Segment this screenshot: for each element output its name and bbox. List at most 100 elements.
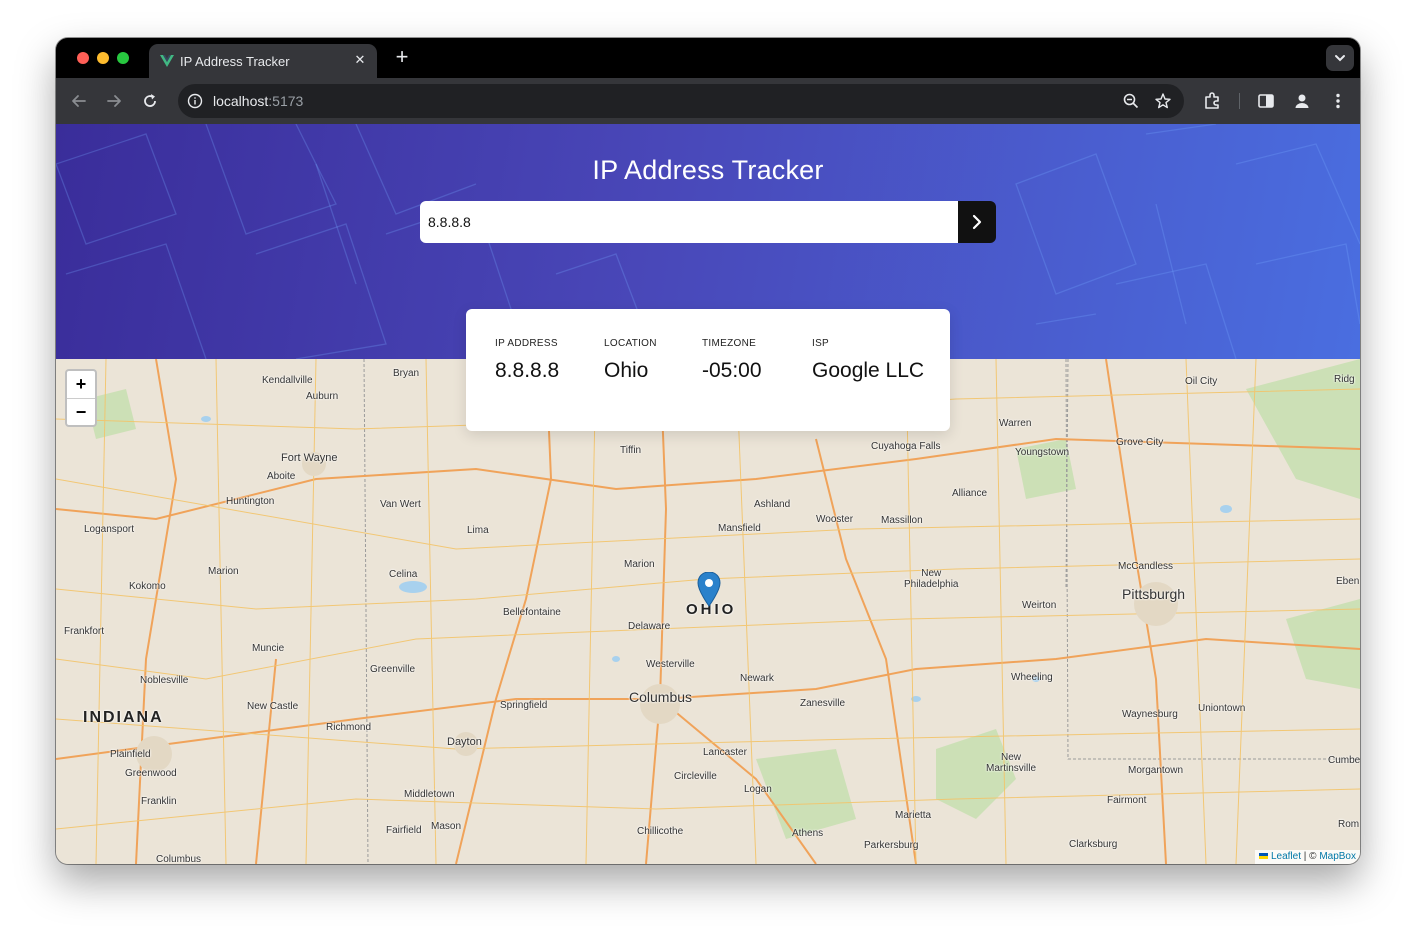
map-pin-icon[interactable] xyxy=(697,572,721,608)
page-content: IP Address Tracker 8.8.8.8 Kendallville … xyxy=(56,124,1360,864)
side-panel-icon[interactable] xyxy=(1256,91,1276,111)
tab-search-button[interactable] xyxy=(1326,45,1354,71)
profile-icon[interactable] xyxy=(1292,91,1312,111)
reload-icon[interactable] xyxy=(139,90,161,112)
location-label: LOCATION xyxy=(604,338,657,349)
map-label: New Castle xyxy=(247,701,299,712)
map-label: McCandless xyxy=(1118,561,1174,572)
url-text: localhost:5173 xyxy=(213,93,303,109)
map-label: Wooster xyxy=(816,514,854,525)
tab-ip-address-tracker[interactable]: IP Address Tracker ✕ xyxy=(149,44,377,78)
vue-logo-icon xyxy=(160,55,174,67)
map-label: New Martinsville xyxy=(986,752,1037,774)
map-zoom-control: + − xyxy=(65,369,97,427)
attribution-separator: | © xyxy=(1301,851,1320,862)
location-section: LOCATION Ohio xyxy=(604,338,657,383)
zoom-in-button[interactable]: + xyxy=(67,371,95,399)
map-label: New Philadelphia xyxy=(904,568,959,590)
map-label: Kendallville xyxy=(262,375,313,386)
map-label: Frankfort xyxy=(64,626,105,637)
zoom-icon[interactable] xyxy=(1122,92,1140,110)
url-port: :5173 xyxy=(268,93,304,109)
minimize-window-button[interactable] xyxy=(97,52,109,64)
address-bar[interactable]: localhost:5173 xyxy=(178,84,1184,118)
tab-close-icon[interactable]: ✕ xyxy=(351,51,369,69)
bookmark-star-icon[interactable] xyxy=(1154,92,1172,110)
ip-address-label: IP ADDRESS xyxy=(495,338,558,349)
map-label: Greenwood xyxy=(125,768,177,779)
map-label: Richmond xyxy=(326,722,372,733)
map-view[interactable]: Kendallville Bryan Auburn Fort Wayne Abo… xyxy=(56,359,1360,864)
map-label: Cuyahoga Falls xyxy=(871,441,941,452)
extensions-icon[interactable] xyxy=(1202,91,1222,111)
forward-icon[interactable] xyxy=(103,90,125,112)
map-label: Oil City xyxy=(1185,376,1218,387)
map-label: Clarksburg xyxy=(1069,839,1118,850)
back-icon[interactable] xyxy=(68,90,90,112)
map-label: Westerville xyxy=(646,659,695,670)
map-label: Delaware xyxy=(628,621,671,632)
browser-window: IP Address Tracker ✕ + localhost:5173 IP… xyxy=(56,38,1360,864)
more-menu-icon[interactable] xyxy=(1328,91,1348,111)
map-label: Auburn xyxy=(306,391,339,402)
map-label: Zanesville xyxy=(800,698,846,709)
map-label: Circleville xyxy=(674,771,717,782)
map-label: Chillicothe xyxy=(637,826,684,837)
page-title: IP Address Tracker xyxy=(592,155,824,185)
map-label: Franklin xyxy=(141,796,177,807)
map-label: Mansfield xyxy=(718,523,761,534)
map-label: Greenville xyxy=(370,664,416,675)
map-label: Rom xyxy=(1338,819,1360,830)
location-value: Ohio xyxy=(604,359,649,382)
map-label: Pittsburgh xyxy=(1122,586,1186,602)
ip-address-section: IP ADDRESS 8.8.8.8 xyxy=(495,338,559,383)
map-label: Alliance xyxy=(952,488,988,499)
zoom-out-button[interactable]: − xyxy=(67,399,95,425)
map-label: Mason xyxy=(431,821,462,832)
map-label: Warren xyxy=(999,418,1032,429)
map-label: Plainfield xyxy=(110,749,151,760)
map-label: Fairmont xyxy=(1107,795,1147,806)
map-label: Bryan xyxy=(393,368,420,379)
toolbar-divider xyxy=(1239,93,1240,109)
map-label: Marion xyxy=(208,566,239,577)
map-label: Waynesburg xyxy=(1122,709,1178,720)
map-label: Weirton xyxy=(1022,600,1057,611)
close-window-button[interactable] xyxy=(77,52,89,64)
tab-title: IP Address Tracker xyxy=(180,54,290,69)
map-label: Columbus xyxy=(156,854,202,864)
map-label: Wheeling xyxy=(1011,672,1053,683)
url-host: localhost xyxy=(213,93,269,109)
map-label: Columbus xyxy=(629,689,693,705)
tab-strip: IP Address Tracker ✕ + xyxy=(56,38,1360,78)
search-submit-button[interactable] xyxy=(958,201,996,243)
map-label: Dayton xyxy=(447,736,482,748)
map-label: Youngstown xyxy=(1015,447,1070,458)
map-label: Bellefontaine xyxy=(503,607,561,618)
site-info-icon[interactable] xyxy=(186,92,204,110)
map-attribution: Leaflet | © MapBox xyxy=(1255,850,1360,864)
isp-value: Google LLC xyxy=(812,359,925,382)
timezone-value: -05:00 xyxy=(702,359,762,382)
map-label: Middletown xyxy=(404,789,455,800)
ip-info-card: IP ADDRESS 8.8.8.8 LOCATION Ohio TIMEZON… xyxy=(466,309,950,431)
mapbox-link[interactable]: MapBox xyxy=(1319,851,1356,862)
chevron-right-icon xyxy=(972,214,982,230)
map-label: Massillon xyxy=(881,515,923,526)
leaflet-link[interactable]: Leaflet xyxy=(1271,851,1301,862)
map-label: Lancaster xyxy=(703,747,747,758)
map-label: Van Wert xyxy=(380,499,421,510)
maximize-window-button[interactable] xyxy=(117,52,129,64)
ip-search-input[interactable] xyxy=(420,201,958,243)
map-label: Ashland xyxy=(754,499,791,510)
map-label: Lima xyxy=(467,525,489,536)
map-state-label: INDIANA xyxy=(83,709,164,726)
ip-search-form xyxy=(420,201,996,243)
map-label: Grove City xyxy=(1116,437,1164,448)
map-label: Huntington xyxy=(226,496,275,507)
map-label: Fort Wayne xyxy=(281,452,338,464)
new-tab-button[interactable]: + xyxy=(390,46,414,70)
map-label: Morgantown xyxy=(1128,765,1184,776)
map-label: Noblesville xyxy=(140,675,189,686)
ip-address-value: 8.8.8.8 xyxy=(495,359,560,382)
